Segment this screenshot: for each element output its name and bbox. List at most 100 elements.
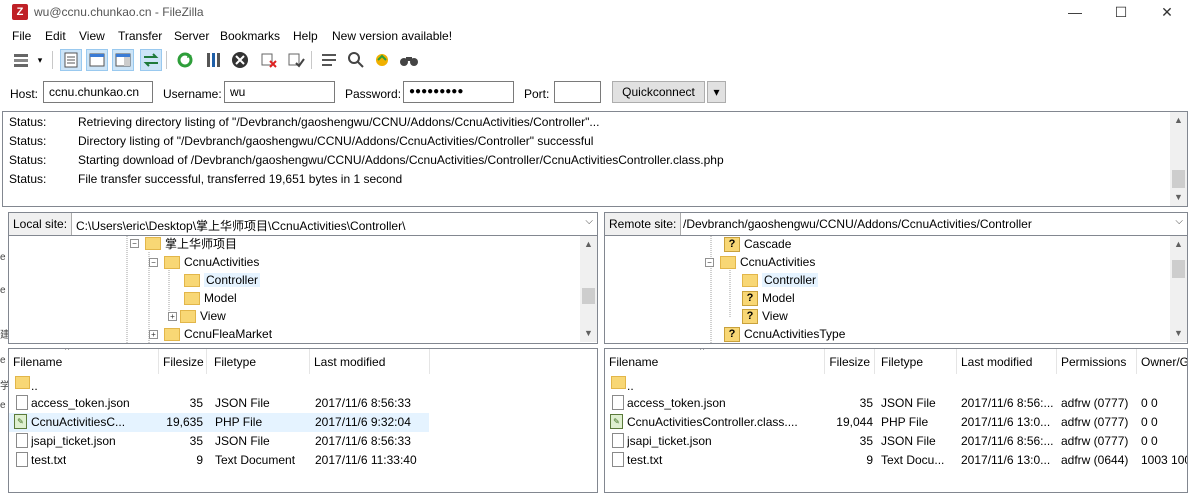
chevron-down-icon[interactable]: ⌵ (1175, 216, 1183, 227)
tree-node[interactable]: ? Cascade (724, 236, 791, 253)
minimize-button[interactable]: — (1052, 0, 1098, 26)
local-site-bar: Local site: C:\Users\eric\Desktop\掌上华师项目… (8, 212, 598, 236)
column-header-filesize[interactable]: Filesize (825, 349, 875, 374)
toggle-remote-tree-icon[interactable] (112, 49, 134, 71)
close-button[interactable]: ✕ (1144, 0, 1190, 26)
column-header-filename[interactable]: Filename (605, 349, 825, 374)
file-row[interactable]: access_token.json 35 JSON File 2017/11/6… (605, 394, 1187, 413)
site-manager-icon[interactable] (10, 49, 32, 71)
scrollbar-thumb[interactable] (1172, 260, 1185, 278)
file-row[interactable]: jsapi_ticket.json 35 JSON File 2017/11/6… (605, 432, 1187, 451)
directory-filter-icon[interactable] (318, 49, 340, 71)
file-row[interactable]: test.txt 9 Text Document 2017/11/6 11:33… (9, 451, 581, 470)
file-row[interactable]: ✎ CcnuActivitiesC... 19,635 PHP File 201… (9, 413, 429, 432)
cancel-icon[interactable] (229, 49, 251, 71)
scroll-up-icon[interactable]: ▲ (580, 236, 597, 253)
column-header-filesize[interactable]: Filesize (159, 349, 207, 374)
chevron-down-icon[interactable]: ⌵ (585, 216, 593, 227)
scrollbar-thumb[interactable] (582, 288, 595, 304)
file-row[interactable]: .. (605, 375, 1187, 394)
scrollbar-thumb[interactable] (1172, 170, 1185, 188)
menu-help[interactable]: Help (293, 29, 318, 43)
log-scrollbar[interactable]: ▲ ▼ (1170, 112, 1187, 206)
menu-file[interactable]: File (12, 29, 31, 43)
menu-edit[interactable]: Edit (45, 29, 66, 43)
tree-node[interactable]: − 掌上华师项目 (130, 236, 237, 252)
port-input[interactable] (554, 81, 601, 103)
file-row[interactable]: ✎ CcnuActivitiesController.class.... 19,… (605, 413, 1187, 432)
expand-icon[interactable]: + (168, 311, 177, 321)
remote-site-path[interactable]: /Devbranch/gaoshengwu/CCNU/Addons/CcnuAc… (683, 217, 1032, 231)
toggle-filter-icon[interactable] (345, 49, 367, 71)
tree-node[interactable]: − CcnuActivities (705, 253, 815, 271)
tree-node[interactable]: ? CcnuActivitiesType (724, 325, 845, 343)
local-site-path[interactable]: C:\Users\eric\Desktop\掌上华师项目\CcnuActivit… (76, 217, 405, 234)
tree-node[interactable]: ? View (742, 307, 788, 325)
password-input[interactable]: ●●●●●●●●● (403, 81, 514, 103)
menu-bookmarks[interactable]: Bookmarks (220, 29, 280, 43)
dropdown-arrow-icon[interactable]: ▾ (34, 49, 46, 71)
host-input[interactable]: ccnu.chunkao.cn (43, 81, 153, 103)
unknown-folder-icon: ? (742, 290, 758, 306)
tree-node[interactable]: − CcnuActivities (149, 253, 259, 271)
sync-browsing-icon[interactable] (371, 49, 393, 71)
file-row[interactable]: .. (9, 375, 581, 394)
tree-node[interactable]: ? Model (742, 289, 795, 307)
column-header-filetype[interactable]: Filetype (210, 349, 310, 374)
collapse-icon[interactable]: − (130, 238, 139, 248)
menu-view[interactable]: View (79, 29, 105, 43)
tree-node-label: CcnuActivities (184, 255, 260, 269)
tree-node[interactable]: Controller (184, 271, 261, 289)
unknown-folder-icon: ? (742, 308, 758, 324)
log-message: File transfer successful, transferred 19… (78, 172, 403, 186)
file-name: access_token.json (31, 396, 130, 410)
quickconnect-button[interactable]: Quickconnect (612, 81, 705, 103)
scroll-down-icon[interactable]: ▼ (1170, 189, 1187, 206)
quickconnect-dropdown-button[interactable]: ▾ (707, 81, 726, 103)
file-size: 19,635 (166, 415, 203, 429)
column-header-filename[interactable]: Filename (9, 349, 159, 374)
tree-node[interactable]: Model (184, 289, 237, 307)
log-status: Status: (9, 153, 47, 167)
tree-node[interactable]: + View (168, 307, 226, 325)
menu-server[interactable]: Server (174, 29, 209, 43)
column-header-last-modified[interactable]: Last modified (310, 349, 430, 374)
file-modified: 2017/11/6 11:33:40 (315, 453, 417, 467)
file-name: .. (31, 379, 38, 393)
refresh-icon[interactable] (174, 49, 196, 71)
local-tree-scrollbar[interactable]: ▲ ▼ (580, 236, 597, 342)
file-row[interactable]: access_token.json 35 JSON File 2017/11/6… (9, 394, 581, 413)
menu-transfer[interactable]: Transfer (118, 29, 162, 43)
disconnect-icon[interactable] (258, 49, 280, 71)
reconnect-icon[interactable] (285, 49, 307, 71)
toggle-transfer-queue-icon[interactable] (140, 49, 162, 71)
scroll-down-icon[interactable]: ▼ (1170, 325, 1187, 342)
scroll-up-icon[interactable]: ▲ (1170, 112, 1187, 129)
scroll-down-icon[interactable]: ▼ (580, 325, 597, 342)
search-icon[interactable] (398, 49, 420, 71)
remote-tree-scrollbar[interactable]: ▲ ▼ (1170, 236, 1187, 342)
file-name: access_token.json (627, 396, 726, 410)
file-row[interactable]: jsapi_ticket.json 35 JSON File 2017/11/6… (9, 432, 581, 451)
scroll-up-icon[interactable]: ▲ (1170, 236, 1187, 253)
file-permissions: adfrw (0777) (1061, 415, 1129, 429)
menu-new-version[interactable]: New version available! (332, 29, 452, 43)
toggle-message-log-icon[interactable] (60, 49, 82, 71)
tree-node[interactable]: + CcnuFleaMarket (149, 325, 272, 343)
username-input[interactable]: wu (224, 81, 335, 103)
file-row[interactable]: test.txt 9 Text Docu... 2017/11/6 13:0..… (605, 451, 1187, 470)
maximize-button[interactable]: ☐ (1098, 0, 1144, 26)
collapse-icon[interactable]: − (149, 257, 158, 267)
expand-icon[interactable]: + (149, 329, 158, 339)
edge-text: e (0, 400, 6, 411)
tree-node[interactable]: Controller (742, 271, 819, 289)
unknown-folder-icon: ? (724, 236, 740, 252)
column-header-last-modified[interactable]: Last modified (957, 349, 1057, 374)
folder-icon (145, 236, 161, 250)
collapse-icon[interactable]: − (705, 257, 714, 267)
column-header-owner-group[interactable]: Owner/G (1137, 349, 1187, 374)
process-queue-icon[interactable] (202, 49, 224, 71)
column-header-permissions[interactable]: Permissions (1057, 349, 1137, 374)
toggle-local-tree-icon[interactable] (86, 49, 108, 71)
column-header-filetype[interactable]: Filetype (877, 349, 957, 374)
